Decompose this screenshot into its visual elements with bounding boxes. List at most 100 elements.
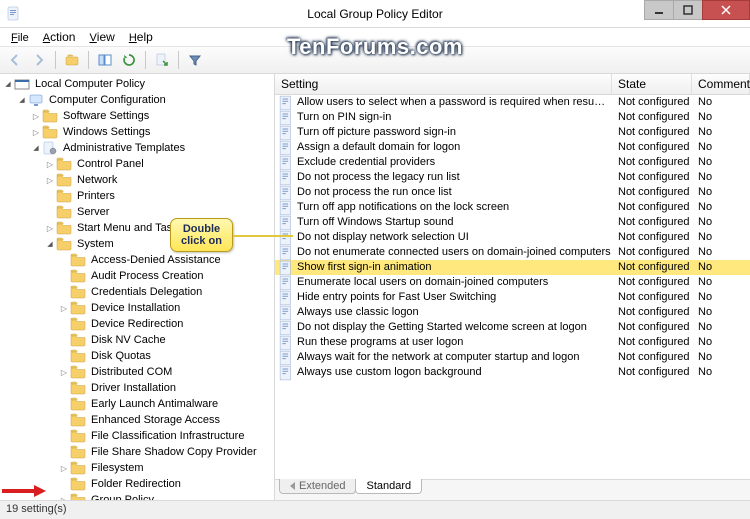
policy-icon [279, 155, 295, 171]
policy-row[interactable]: Always use custom logon backgroundNot co… [275, 365, 750, 380]
tree-item[interactable]: Device Installation [2, 300, 274, 316]
policy-row[interactable]: Turn off picture password sign-inNot con… [275, 125, 750, 140]
forward-button[interactable] [28, 49, 50, 71]
tree-item[interactable]: Credentials Delegation [2, 284, 274, 300]
policy-icon [279, 95, 295, 111]
tree-item[interactable]: Device Redirection [2, 316, 274, 332]
policy-name: Do not process the run once list [295, 185, 612, 200]
column-setting[interactable]: Setting [275, 74, 612, 94]
tree-system[interactable]: System [2, 236, 274, 252]
tree-item[interactable]: Software Settings [2, 108, 274, 124]
policy-state: Not configured [612, 275, 692, 290]
tree-label: System [75, 237, 116, 252]
policy-icon [279, 200, 295, 216]
tree-pane[interactable]: Local Computer PolicyComputer Configurat… [0, 74, 275, 500]
expander-icon[interactable] [58, 493, 70, 501]
tree-item[interactable]: Windows Settings [2, 124, 274, 140]
policy-row[interactable]: Exclude credential providersNot configur… [275, 155, 750, 170]
policy-comment: No [692, 245, 750, 260]
tree-item[interactable]: File Share Shadow Copy Provider [2, 444, 274, 460]
expander-icon[interactable] [44, 157, 56, 172]
folder-icon [70, 349, 86, 363]
export-button[interactable] [151, 49, 173, 71]
expander-icon[interactable] [58, 461, 70, 476]
expander-icon[interactable] [16, 92, 28, 108]
tree-label: Control Panel [75, 157, 146, 172]
tree-item[interactable]: Access-Denied Assistance [2, 252, 274, 268]
expander-icon[interactable] [44, 221, 56, 236]
tree-item[interactable]: Server [2, 204, 274, 220]
expander-icon[interactable] [2, 76, 14, 92]
policy-row[interactable]: Allow users to select when a password is… [275, 95, 750, 110]
policy-row[interactable]: Turn on PIN sign-inNot configuredNo [275, 110, 750, 125]
policy-row[interactable]: Do not process the run once listNot conf… [275, 185, 750, 200]
policy-row[interactable]: Always use classic logonNot configuredNo [275, 305, 750, 320]
refresh-button[interactable] [118, 49, 140, 71]
tree-item[interactable]: Distributed COM [2, 364, 274, 380]
policy-row[interactable]: Enumerate local users on domain-joined c… [275, 275, 750, 290]
menu-file[interactable]: File [4, 28, 36, 46]
menu-action[interactable]: Action [36, 28, 83, 46]
show-hide-tree-button[interactable] [94, 49, 116, 71]
expander-icon[interactable] [44, 236, 56, 252]
tree-item[interactable]: Disk Quotas [2, 348, 274, 364]
policy-row-highlighted[interactable]: Show first sign-in animationNot configur… [275, 260, 750, 275]
tree-admin-templates[interactable]: Administrative Templates [2, 140, 274, 156]
expander-icon[interactable] [58, 301, 70, 316]
tree-item[interactable]: Disk NV Cache [2, 332, 274, 348]
policy-row[interactable]: Run these programs at user logonNot conf… [275, 335, 750, 350]
back-button[interactable] [4, 49, 26, 71]
policy-row[interactable]: Do not enumerate connected users on doma… [275, 245, 750, 260]
folder-icon [70, 253, 86, 267]
expander-icon[interactable] [44, 173, 56, 188]
tree-item[interactable]: Enhanced Storage Access [2, 412, 274, 428]
folder-icon [70, 477, 86, 491]
menu-help[interactable]: Help [122, 28, 160, 46]
policy-icon [279, 215, 295, 231]
policy-row[interactable]: Turn off Windows Startup soundNot config… [275, 215, 750, 230]
close-button[interactable] [702, 0, 750, 20]
tree-item[interactable]: Start Menu and Taskbar [2, 220, 274, 236]
policy-comment: No [692, 110, 750, 125]
tree-item[interactable]: Driver Installation [2, 380, 274, 396]
policy-row[interactable]: Do not process the legacy run listNot co… [275, 170, 750, 185]
folder-icon [42, 141, 58, 155]
tree-root-item[interactable]: Local Computer Policy [2, 76, 274, 92]
policy-comment: No [692, 140, 750, 155]
expander-icon[interactable] [30, 125, 42, 140]
tree-label: Printers [75, 189, 117, 204]
expander-icon[interactable] [30, 109, 42, 124]
tree-computer-config[interactable]: Computer Configuration [2, 92, 274, 108]
up-button[interactable] [61, 49, 83, 71]
tree-item[interactable]: Filesystem [2, 460, 274, 476]
folder-icon [70, 413, 86, 427]
list-pane: Setting State Comment Allow users to sel… [275, 74, 750, 500]
list-body[interactable]: Allow users to select when a password is… [275, 95, 750, 479]
folder-icon [56, 237, 72, 251]
minimize-button[interactable] [644, 0, 674, 20]
policy-row[interactable]: Hide entry points for Fast User Switchin… [275, 290, 750, 305]
tab-standard[interactable]: Standard [355, 479, 422, 494]
tree-item[interactable]: File Classification Infrastructure [2, 428, 274, 444]
policy-row[interactable]: Do not display network selection UINot c… [275, 230, 750, 245]
tab-extended[interactable]: Extended [279, 479, 356, 494]
tree-item[interactable]: Control Panel [2, 156, 274, 172]
tree-item[interactable]: Early Launch Antimalware [2, 396, 274, 412]
policy-comment: No [692, 125, 750, 140]
policy-row[interactable]: Do not display the Getting Started welco… [275, 320, 750, 335]
expander-icon[interactable] [58, 365, 70, 380]
tree-item[interactable]: Network [2, 172, 274, 188]
tree-item[interactable]: Audit Process Creation [2, 268, 274, 284]
column-comment[interactable]: Comment [692, 74, 750, 94]
tree-label: Disk Quotas [89, 349, 153, 364]
expander-icon[interactable] [30, 140, 42, 156]
maximize-button[interactable] [673, 0, 703, 20]
tree-label: Local Computer Policy [33, 77, 147, 92]
tree-item[interactable]: Printers [2, 188, 274, 204]
policy-row[interactable]: Assign a default domain for logonNot con… [275, 140, 750, 155]
menu-view[interactable]: View [82, 28, 121, 46]
column-state[interactable]: State [612, 74, 692, 94]
filter-button[interactable] [184, 49, 206, 71]
policy-row[interactable]: Always wait for the network at computer … [275, 350, 750, 365]
policy-row[interactable]: Turn off app notifications on the lock s… [275, 200, 750, 215]
